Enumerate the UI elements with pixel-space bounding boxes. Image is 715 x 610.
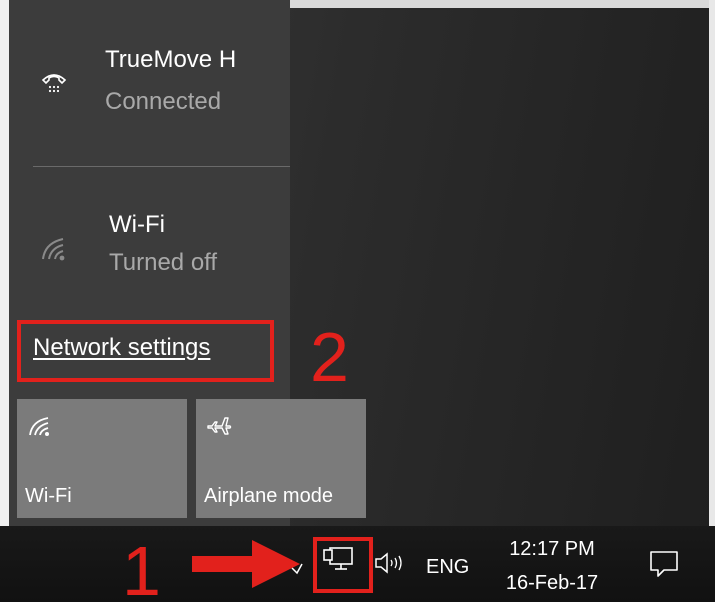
step-number-1: 1 bbox=[122, 532, 161, 610]
quick-action-label: Wi-Fi bbox=[25, 485, 72, 507]
divider bbox=[33, 166, 290, 167]
volume-icon[interactable] bbox=[374, 550, 406, 576]
window-border-right bbox=[709, 0, 715, 526]
network-name: Wi-Fi bbox=[109, 211, 165, 238]
clock-time[interactable]: 12:17 PM bbox=[498, 538, 606, 561]
network-status: Turned off bbox=[109, 249, 218, 276]
network-item-truemove[interactable]: TrueMove H Connected bbox=[9, 38, 290, 138]
action-center-icon[interactable] bbox=[648, 548, 680, 580]
clock-date[interactable]: 16-Feb-17 bbox=[498, 572, 606, 595]
network-settings-link[interactable]: Network settings bbox=[33, 334, 210, 362]
flyout-left-edge bbox=[0, 0, 9, 526]
annotation-arrow-icon bbox=[192, 540, 300, 588]
quick-action-wifi[interactable]: Wi-Fi bbox=[17, 399, 187, 518]
wifi-icon bbox=[29, 417, 49, 436]
quick-action-label: Airplane mode bbox=[204, 485, 333, 507]
dialup-phone-icon bbox=[41, 74, 67, 93]
window-border-top bbox=[290, 0, 715, 8]
taskbar: ENG 12:17 PM 16-Feb-17 bbox=[0, 526, 715, 602]
step-number-2: 2 bbox=[310, 318, 349, 396]
input-language-indicator[interactable]: ENG bbox=[426, 556, 469, 579]
network-icon[interactable] bbox=[322, 544, 356, 574]
quick-action-airplane-mode[interactable]: Airplane mode bbox=[196, 399, 366, 518]
wifi-icon bbox=[42, 238, 65, 261]
network-flyout: TrueMove H Connected Wi-Fi Turned off Ne… bbox=[0, 0, 366, 526]
network-item-wifi[interactable]: Wi-Fi Turned off bbox=[9, 205, 290, 295]
airplane-icon bbox=[207, 417, 232, 435]
network-name: TrueMove H bbox=[105, 46, 237, 73]
network-status: Connected bbox=[105, 88, 222, 115]
